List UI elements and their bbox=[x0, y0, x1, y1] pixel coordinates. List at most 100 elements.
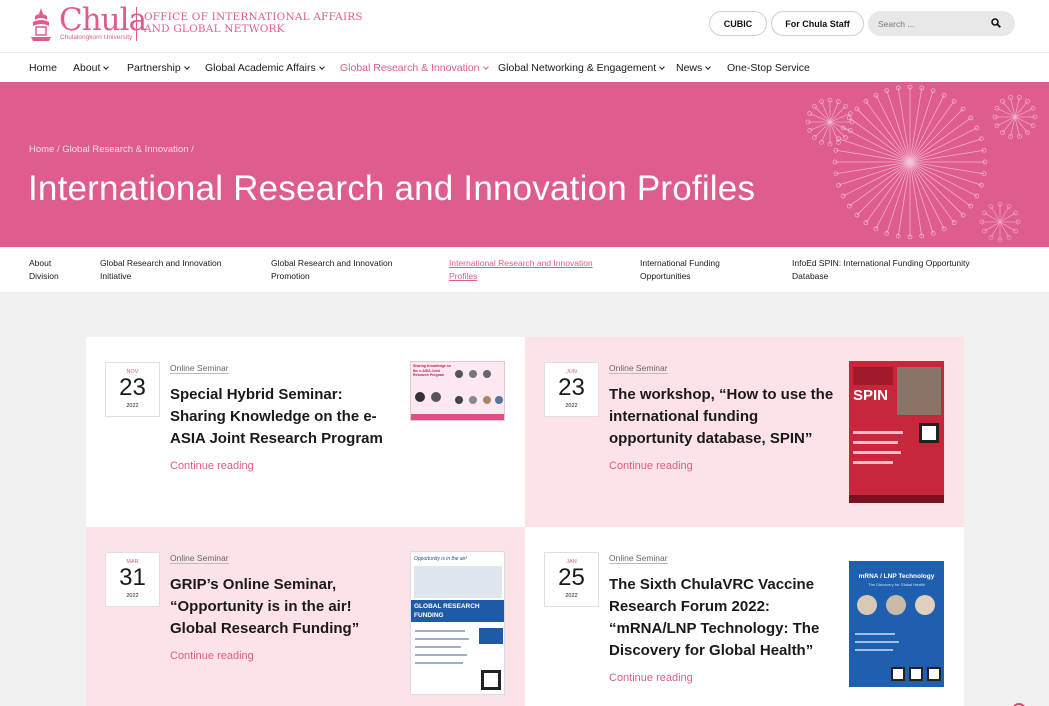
thumbnail-headline: mRNA / LNP Technology bbox=[858, 573, 935, 580]
subnav-research-profiles-line2: Profiles bbox=[449, 271, 478, 281]
continue-reading-link[interactable]: Continue reading bbox=[170, 650, 254, 662]
chevron-down-icon bbox=[183, 64, 190, 70]
thumbnail-text-line bbox=[855, 633, 895, 635]
speaker-photo bbox=[455, 370, 463, 378]
nav-networking-engagement-label: Global Networking & Engagement bbox=[498, 62, 657, 74]
post-card: JAN 25 2022 Online Seminar The Sixth Chu… bbox=[525, 527, 964, 706]
nav-home[interactable]: Home bbox=[29, 62, 57, 74]
thumbnail-text-line bbox=[855, 641, 899, 643]
thumbnail-text-line bbox=[415, 630, 465, 632]
chula-logo[interactable]: Chula Chulalongkorn University bbox=[29, 2, 147, 45]
subnav-research-initiative[interactable]: Global Research and Innovation Initiativ… bbox=[100, 257, 221, 283]
date-badge: NOV 23 2022 bbox=[105, 362, 160, 417]
post-category[interactable]: Online Seminar bbox=[609, 553, 668, 564]
nav-news[interactable]: News bbox=[676, 62, 712, 74]
qr-code-icon bbox=[909, 667, 923, 681]
post-title[interactable]: Special Hybrid Seminar: Sharing Knowledg… bbox=[170, 384, 402, 450]
speaker-photo bbox=[495, 396, 503, 404]
speaker-photo bbox=[455, 396, 463, 404]
date-year: 2022 bbox=[565, 403, 578, 409]
search-input[interactable] bbox=[878, 16, 988, 31]
speaker-photo bbox=[469, 396, 477, 404]
post-title[interactable]: The Sixth ChulaVRC Vaccine Research Foru… bbox=[609, 574, 834, 662]
chevron-down-icon bbox=[103, 64, 110, 70]
post-title[interactable]: The workshop, “How to use the internatio… bbox=[609, 384, 841, 450]
qr-code-icon bbox=[927, 667, 941, 681]
subnav-research-initiative-line2: Initiative bbox=[100, 271, 132, 281]
thumbnail-text-line bbox=[853, 451, 901, 454]
nav-academic-affairs[interactable]: Global Academic Affairs bbox=[205, 62, 325, 74]
chula-staff-button[interactable]: For Chula Staff bbox=[771, 11, 864, 36]
subnav-research-initiative-line1: Global Research and Innovation bbox=[100, 258, 222, 268]
breadcrumb[interactable]: Home / Global Research & Innovation / bbox=[29, 144, 194, 155]
post-thumbnail[interactable]: SPIN bbox=[849, 361, 944, 503]
subnav-funding-opportunities[interactable]: International Funding Opportunities bbox=[640, 257, 720, 283]
continue-reading-link[interactable]: Continue reading bbox=[609, 460, 693, 472]
thumbnail-header bbox=[853, 367, 893, 385]
thumbnail-text-line bbox=[853, 431, 903, 434]
thumbnail-text-line bbox=[415, 638, 469, 640]
subnav-infoed-spin[interactable]: InfoEd SPIN: International Funding Oppor… bbox=[792, 257, 970, 283]
subnav-research-promotion-line2: Promotion bbox=[271, 271, 310, 281]
subnav-funding-opportunities-line2: Opportunities bbox=[640, 271, 691, 281]
post-category[interactable]: Online Seminar bbox=[609, 363, 668, 374]
post-thumbnail[interactable]: Sharing Knowledge on the e-ASIA Joint Re… bbox=[410, 361, 505, 421]
post-title[interactable]: GRIP’s Online Seminar, “Opportunity is i… bbox=[170, 574, 402, 640]
search-icon[interactable] bbox=[991, 18, 1001, 28]
page-title: International Research and Innovation Pr… bbox=[28, 169, 756, 208]
date-day: 23 bbox=[558, 374, 585, 401]
thumbnail-photo bbox=[414, 566, 502, 598]
continue-reading-link[interactable]: Continue reading bbox=[170, 460, 254, 472]
thumbnail-text-line bbox=[853, 461, 893, 464]
nav-partnership-label: Partnership bbox=[127, 62, 181, 74]
thumbnail-text-line bbox=[853, 441, 898, 444]
subnav-infoed-spin-line2: Database bbox=[792, 271, 829, 281]
post-category[interactable]: Online Seminar bbox=[170, 553, 229, 564]
speaker-photo bbox=[483, 370, 491, 378]
nav-research-innovation-label: Global Research & Innovation bbox=[340, 62, 480, 74]
nav-one-stop-service-label: One-Stop Service bbox=[727, 62, 810, 74]
thumbnail-headline: GLOBAL RESEARCH FUNDING bbox=[411, 600, 504, 622]
nav-research-innovation[interactable]: Global Research & Innovation bbox=[340, 62, 489, 74]
subnav-about-division[interactable]: About Division bbox=[29, 257, 59, 283]
thumbnail-text-line bbox=[415, 654, 467, 656]
post-card: JUN 23 2022 Online Seminar The workshop,… bbox=[525, 337, 964, 527]
date-badge: JAN 25 2022 bbox=[544, 552, 599, 607]
post-category[interactable]: Online Seminar bbox=[170, 363, 229, 374]
nav-one-stop-service[interactable]: One-Stop Service bbox=[727, 62, 810, 74]
chula-emblem-icon bbox=[31, 8, 51, 41]
post-thumbnail[interactable]: mRNA / LNP Technology The Discovery for … bbox=[849, 551, 944, 687]
thumbnail-caption: Sharing Knowledge on the e-ASIA Joint Re… bbox=[413, 364, 451, 377]
subnav-research-promotion-line1: Global Research and Innovation bbox=[271, 258, 393, 268]
logo-subtitle: Chulalongkorn University bbox=[60, 34, 133, 41]
posts-area: NOV 23 2022 Online Seminar Special Hybri… bbox=[0, 293, 1049, 706]
section-subnav: About Division Global Research and Innov… bbox=[0, 247, 1049, 293]
logo-wordmark: Chula bbox=[59, 2, 147, 38]
subnav-research-promotion[interactable]: Global Research and Innovation Promotion bbox=[271, 257, 392, 283]
speaker-photo bbox=[431, 392, 441, 402]
nav-networking-engagement[interactable]: Global Networking & Engagement bbox=[498, 62, 666, 74]
chevron-down-icon bbox=[318, 64, 325, 70]
date-year: 2022 bbox=[126, 403, 139, 409]
post-thumbnail[interactable]: Opportunity is in the air! GLOBAL RESEAR… bbox=[410, 551, 505, 695]
thumbnail-header bbox=[849, 551, 944, 561]
thumbnail-footer-bar bbox=[411, 414, 504, 420]
subnav-funding-opportunities-line1: International Funding bbox=[640, 258, 720, 268]
chevron-down-icon bbox=[705, 64, 712, 70]
qr-code-icon bbox=[481, 670, 501, 690]
post-card: NOV 23 2022 Online Seminar Special Hybri… bbox=[86, 337, 525, 527]
office-name: OFFICE OF INTERNATIONAL AFFAIRS AND GLOB… bbox=[144, 11, 363, 35]
nav-partnership[interactable]: Partnership bbox=[127, 62, 190, 74]
nav-about[interactable]: About bbox=[73, 62, 110, 74]
logo-divider bbox=[136, 7, 137, 41]
subnav-infoed-spin-line1: InfoEd SPIN: International Funding Oppor… bbox=[792, 258, 970, 268]
speaker-photo bbox=[886, 595, 906, 615]
thumbnail-footer-bar bbox=[849, 495, 944, 503]
qr-code-icon bbox=[891, 667, 905, 681]
thumbnail-caption: SPIN bbox=[853, 387, 889, 404]
subnav-research-profiles[interactable]: International Research and Innovation Pr… bbox=[449, 257, 593, 283]
cubic-button[interactable]: CUBIC bbox=[709, 11, 767, 36]
office-name-line2: AND GLOBAL NETWORK bbox=[144, 23, 285, 35]
continue-reading-link[interactable]: Continue reading bbox=[609, 672, 693, 684]
thumbnail-photo bbox=[897, 367, 941, 415]
